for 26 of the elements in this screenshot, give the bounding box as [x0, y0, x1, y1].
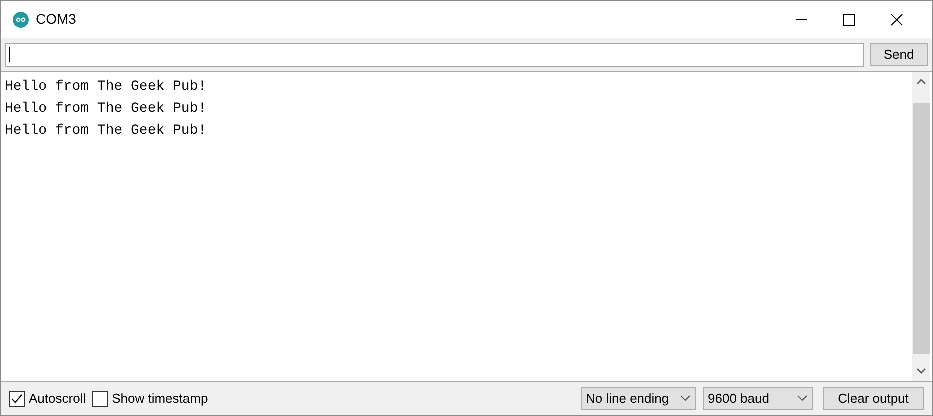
- output-line: Hello from The Geek Pub!: [5, 78, 208, 97]
- output-line: Hello from The Geek Pub!: [5, 122, 208, 141]
- dropdown[interactable]: 9600 baud: [703, 387, 813, 410]
- send-button[interactable]: Send: [870, 43, 928, 66]
- checkbox[interactable]: [9, 390, 25, 406]
- maximize-icon: [843, 14, 855, 26]
- checkbox-label: Autoscroll: [29, 390, 86, 408]
- dropdown-value: No line ending: [586, 390, 670, 408]
- dropdown-value: 9600 baud: [708, 390, 770, 408]
- scrollbar[interactable]: [912, 72, 930, 381]
- close-icon: [891, 14, 903, 26]
- clear-output-button[interactable]: Clear output: [823, 387, 924, 410]
- scroll-down-icon: [916, 368, 926, 374]
- scrollbar-thumb[interactable]: [912, 103, 930, 354]
- scroll-up-icon: [916, 79, 926, 85]
- message-input-field[interactable]: [5, 42, 864, 66]
- checkmark-icon: [11, 394, 23, 404]
- window-title: COM3: [36, 10, 76, 29]
- output-line: Hello from The Geek Pub!: [5, 100, 208, 119]
- dropdown[interactable]: No line ending: [581, 387, 696, 410]
- chevron-down-icon: [680, 395, 691, 402]
- checkbox[interactable]: [92, 390, 108, 406]
- checkbox-label: Show timestamp: [112, 390, 208, 408]
- chevron-down-icon: [797, 395, 808, 402]
- minimize-icon: [796, 19, 806, 20]
- app-logo-icon: [13, 12, 29, 28]
